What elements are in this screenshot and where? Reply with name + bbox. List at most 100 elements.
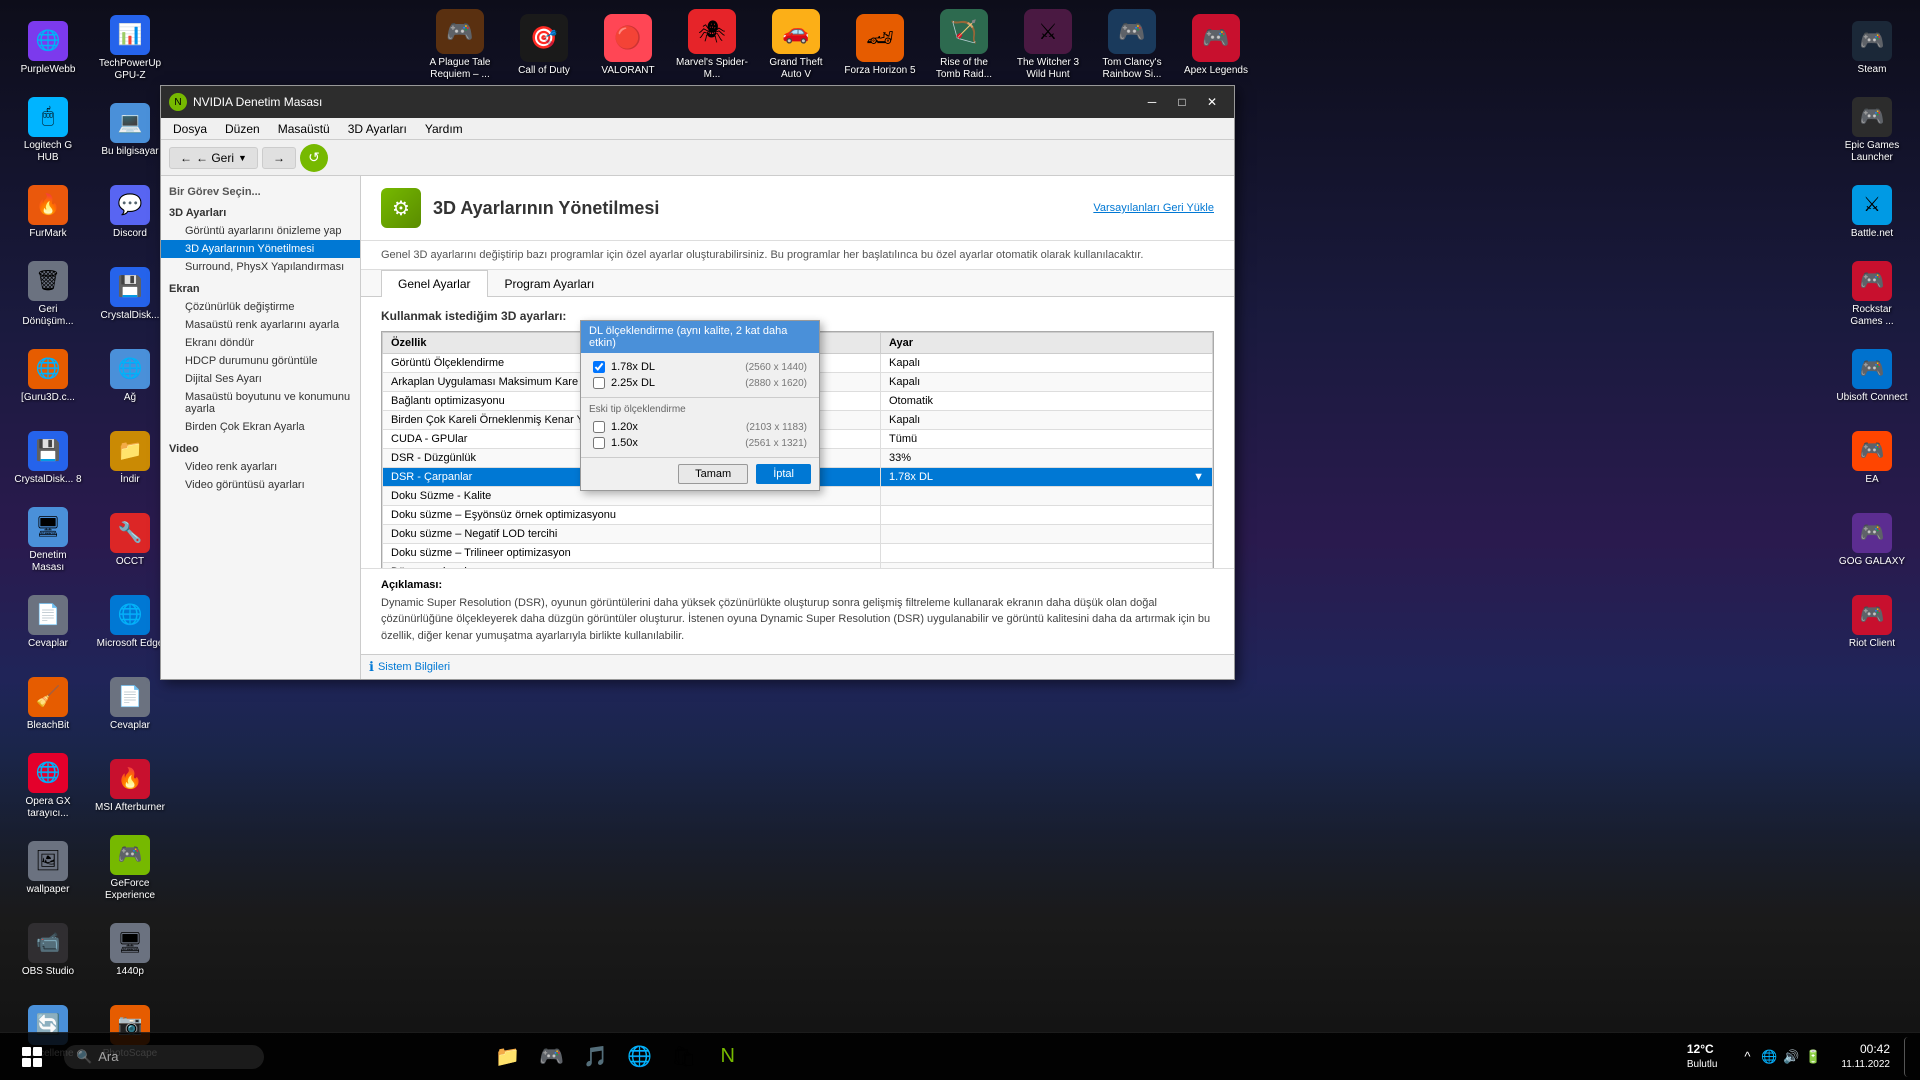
dropdown-legacy-checkbox[interactable] bbox=[593, 437, 605, 449]
desktop-icon-discord[interactable]: 💬 Discord bbox=[90, 172, 170, 252]
taskbar-xbox[interactable]: 🎮 bbox=[532, 1037, 572, 1077]
dropdown-legacy-checkbox[interactable] bbox=[593, 421, 605, 433]
desktop-icon-furmark[interactable]: 🔥 FurMark bbox=[8, 172, 88, 252]
desktop-icon-obs[interactable]: 📹 OBS Studio bbox=[8, 910, 88, 990]
desktop-icon-crystaldisk1[interactable]: 💾 CrystalDisk... bbox=[90, 254, 170, 334]
sidebar-item-resolution[interactable]: Çözünürlük değiştirme bbox=[161, 298, 360, 316]
dropdown-cancel-button[interactable]: İptal bbox=[756, 464, 811, 484]
top-icon-marvel-spider[interactable]: 🕷 Marvel's Spider-M... bbox=[672, 5, 752, 85]
right-icon-ubisoft[interactable]: 🎮 Ubisoft Connect bbox=[1832, 336, 1912, 416]
desktop-icon-purplewebb[interactable]: 🌐 PurpleWebb bbox=[8, 8, 88, 88]
dropdown-checkbox[interactable] bbox=[593, 361, 605, 373]
sidebar-item-videocolor[interactable]: Video renk ayarları bbox=[161, 458, 360, 476]
system-info-link[interactable]: ℹ Sistem Bilgileri bbox=[361, 654, 1234, 679]
taskbar-nvidia[interactable]: N bbox=[708, 1037, 748, 1077]
desktop-icon-bleachbit[interactable]: 🧹 BleachBit bbox=[8, 664, 88, 744]
desktop-icon-logitech[interactable]: 🖱 Logitech G HUB bbox=[8, 90, 88, 170]
sidebar-item-multimon[interactable]: Birden Çok Ekran Ayarla bbox=[161, 418, 360, 436]
desktop-icon-msi-afterburner[interactable]: 🔥 MSI Afterburner bbox=[90, 746, 170, 826]
tray-show-hidden[interactable]: ^ bbox=[1737, 1047, 1757, 1067]
top-icon-gta-v[interactable]: 🚗 Grand Theft Auto V bbox=[756, 5, 836, 85]
sidebar-item-rotate[interactable]: Ekranı döndür bbox=[161, 334, 360, 352]
desktop-icon-opera-gx[interactable]: 🌐 Opera GX tarayıcı... bbox=[8, 746, 88, 826]
tray-volume-icon[interactable]: 🔊 bbox=[1781, 1047, 1801, 1067]
desktop-icon-geforce[interactable]: 🎮 GeForce Experience bbox=[90, 828, 170, 908]
dropdown-legacy-1.20x[interactable]: 1.20x (2103 x 1183) bbox=[589, 419, 811, 435]
right-icon-battlenet[interactable]: ⚔ Battle.net bbox=[1832, 172, 1912, 252]
weather-temp: 12°C bbox=[1687, 1041, 1718, 1058]
tab-program[interactable]: Program Ayarları bbox=[488, 270, 612, 297]
sidebar-item-preview[interactable]: Görüntü ayarlarını önizleme yap bbox=[161, 222, 360, 240]
top-icon-rainbow-six[interactable]: 🎮 Tom Clancy's Rainbow Si... bbox=[1092, 5, 1172, 85]
taskbar-edge[interactable]: 🌐 bbox=[620, 1037, 660, 1077]
right-icon-riot[interactable]: 🎮 Riot Client bbox=[1832, 582, 1912, 662]
dropdown-checkbox[interactable] bbox=[593, 377, 605, 389]
desktop-icon-cevaplar2[interactable]: 📄 Cevaplar bbox=[90, 664, 170, 744]
table-row[interactable]: Doku süzme – Eşyönsüz örnek optimizasyon… bbox=[383, 506, 1213, 525]
top-icon-call-of-duty[interactable]: 🎯 Call of Duty bbox=[504, 5, 584, 85]
search-bar[interactable]: 🔍 Ara bbox=[64, 1045, 264, 1069]
desktop-icon-occt[interactable]: 🔧 OCCT bbox=[90, 500, 170, 580]
top-icon-tomb-raider[interactable]: 🏹 Rise of the Tomb Raid... bbox=[924, 5, 1004, 85]
sidebar-item-audio[interactable]: Dijital Ses Ayarı bbox=[161, 370, 360, 388]
sidebar-item-color[interactable]: Masaüstü renk ayarlarını ayarla bbox=[161, 316, 360, 334]
top-icon-plague-tale[interactable]: 🎮 A Plague Tale Requiem – ... bbox=[420, 5, 500, 85]
desktop-icon-denetim-masasi[interactable]: 🖥 Denetim Masası bbox=[8, 500, 88, 580]
menu-dosya[interactable]: Dosya bbox=[165, 120, 215, 138]
dropdown-ok-button[interactable]: Tamam bbox=[678, 464, 748, 484]
right-icon-rockstar[interactable]: 🎮 Rockstar Games ... bbox=[1832, 254, 1912, 334]
dropdown-item-1.78x-DL[interactable]: 1.78x DL (2560 x 1440) bbox=[589, 359, 811, 375]
reset-button[interactable]: Varsayılanları Geri Yükle bbox=[1093, 202, 1214, 214]
close-button[interactable]: ✕ bbox=[1198, 91, 1226, 113]
top-icon-witcher3[interactable]: ⚔ The Witcher 3 Wild Hunt bbox=[1008, 5, 1088, 85]
right-icon-epic[interactable]: 🎮 Epic Games Launcher bbox=[1832, 90, 1912, 170]
desktop-icon-microsoft-edge[interactable]: 🌐 Microsoft Edge bbox=[90, 582, 170, 662]
top-icon-apex[interactable]: 🎮 Apex Legends bbox=[1176, 5, 1256, 85]
desktop-icon-indir[interactable]: 📁 İndir bbox=[90, 418, 170, 498]
desktop-icon-cevaplar1[interactable]: 📄 Cevaplar bbox=[8, 582, 88, 662]
desktop-icon-bu-bilgisayar[interactable]: 💻 Bu bilgisayar bbox=[90, 90, 170, 170]
right-icon-ea[interactable]: 🎮 EA bbox=[1832, 418, 1912, 498]
top-icon-valorant[interactable]: 🔴 VALORANT bbox=[588, 5, 668, 85]
top-icon-forza[interactable]: 🏎 Forza Horizon 5 bbox=[840, 5, 920, 85]
table-row[interactable]: Doku süzme – Trilineer optimizasyon bbox=[383, 544, 1213, 563]
menu-masaustu[interactable]: Masaüstü bbox=[270, 120, 338, 138]
sidebar-section-3d[interactable]: 3D Ayarları bbox=[161, 204, 360, 222]
desktop-icon-wallpaper[interactable]: 🖼 wallpaper bbox=[8, 828, 88, 908]
start-button[interactable] bbox=[8, 1033, 56, 1080]
dropdown-legacy-1.50x[interactable]: 1.50x (2561 x 1321) bbox=[589, 435, 811, 451]
tab-genel[interactable]: Genel Ayarlar bbox=[381, 270, 488, 297]
minimize-button[interactable]: ─ bbox=[1138, 91, 1166, 113]
maximize-button[interactable]: □ bbox=[1168, 91, 1196, 113]
show-desktop-button[interactable] bbox=[1904, 1037, 1912, 1077]
desktop-icon-crystaldisk2[interactable]: 💾 CrystalDisk... 8 bbox=[8, 418, 88, 498]
sidebar-item-hdcp[interactable]: HDCP durumunu görüntüle bbox=[161, 352, 360, 370]
sidebar-section-video[interactable]: Video bbox=[161, 440, 360, 458]
sidebar-section-ekran[interactable]: Ekran bbox=[161, 280, 360, 298]
right-icon-img-rockstar: 🎮 bbox=[1852, 261, 1892, 301]
sidebar-item-videodisplay[interactable]: Video görüntüsü ayarları bbox=[161, 476, 360, 494]
desktop-icon-net[interactable]: 🌐 Ağ bbox=[90, 336, 170, 416]
table-row[interactable]: Doku süzme – Negatif LOD tercihi bbox=[383, 525, 1213, 544]
menu-yardim[interactable]: Yardım bbox=[417, 120, 471, 138]
taskbar-store[interactable]: 🛍 bbox=[664, 1037, 704, 1077]
forward-button[interactable]: → bbox=[262, 147, 296, 169]
desktop-icon-1440p[interactable]: 🖥 1440p bbox=[90, 910, 170, 990]
taskbar-spotify[interactable]: 🎵 bbox=[576, 1037, 616, 1077]
taskbar-file-explorer[interactable]: 📁 bbox=[488, 1037, 528, 1077]
back-button[interactable]: ← ← Geri ▼ bbox=[169, 147, 258, 169]
right-icon-steam[interactable]: 🎮 Steam bbox=[1832, 8, 1912, 88]
menu-duzen[interactable]: Düzen bbox=[217, 120, 268, 138]
desktop-icon-geri-donusum[interactable]: 🗑 Geri Dönüşüm... bbox=[8, 254, 88, 334]
sidebar-item-surround[interactable]: Surround, PhysX Yapılandırması bbox=[161, 258, 360, 276]
desktop-icon-guru3d[interactable]: 🌐 [Guru3D.c... bbox=[8, 336, 88, 416]
right-icon-gog[interactable]: 🎮 GOG GALAXY bbox=[1832, 500, 1912, 580]
refresh-button[interactable]: ↺ bbox=[300, 144, 328, 172]
sidebar-item-size[interactable]: Masaüstü boyutunu ve konumunu ayarla bbox=[161, 388, 360, 418]
tray-network-icon[interactable]: 🌐 bbox=[1759, 1047, 1779, 1067]
tray-battery-icon[interactable]: 🔋 bbox=[1803, 1047, 1823, 1067]
dropdown-item-2.25x-DL[interactable]: 2.25x DL (2880 x 1620) bbox=[589, 375, 811, 391]
sidebar-item-manage3d[interactable]: 3D Ayarlarının Yönetilmesi bbox=[161, 240, 360, 258]
desktop-icon-techpowerup[interactable]: 📊 TechPowerUp GPU-Z bbox=[90, 8, 170, 88]
menu-3d[interactable]: 3D Ayarları bbox=[340, 120, 415, 138]
